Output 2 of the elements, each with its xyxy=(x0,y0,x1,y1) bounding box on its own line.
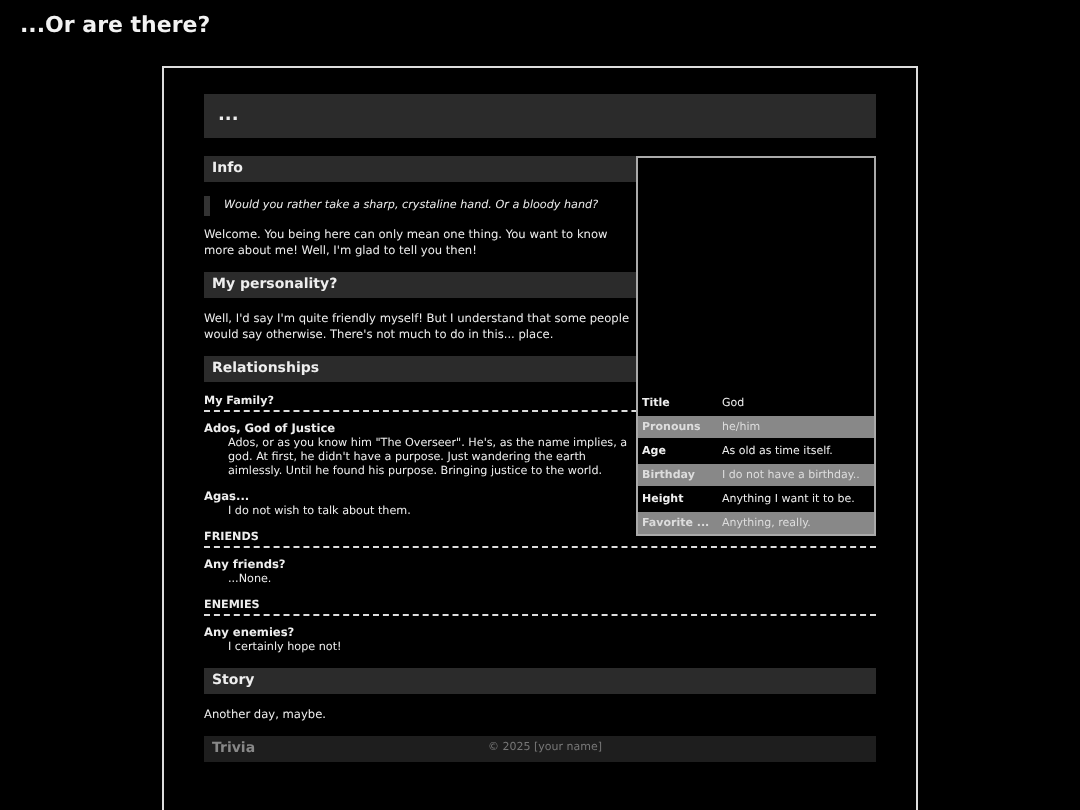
page-title: ...Or are there? xyxy=(18,10,213,40)
header-bar: ... xyxy=(204,94,876,138)
